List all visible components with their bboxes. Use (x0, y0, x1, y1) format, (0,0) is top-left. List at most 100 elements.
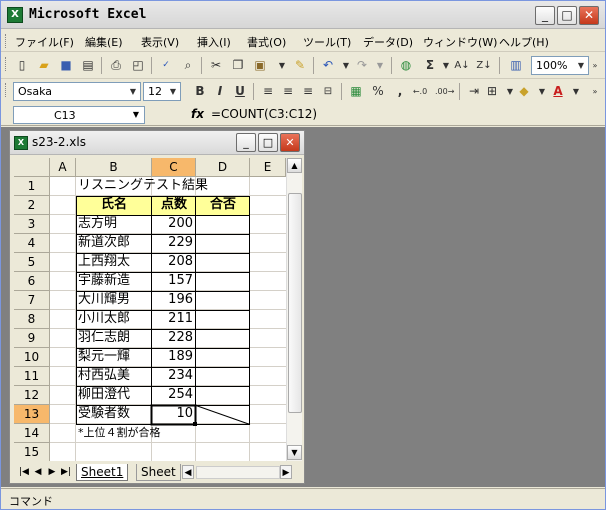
minimize-button[interactable]: _ (535, 6, 555, 25)
horizontal-scrollbar[interactable] (196, 466, 280, 479)
bold-button[interactable]: B (191, 83, 209, 100)
new-icon[interactable]: ▯ (13, 57, 31, 74)
paste-icon[interactable]: ▣ (251, 57, 269, 74)
last-sheet-icon[interactable]: ▶| (60, 465, 72, 479)
chart-wizard-icon[interactable]: ▥ (507, 57, 525, 74)
score-cell[interactable]: 189 (152, 348, 196, 367)
paste-dropdown-icon[interactable]: ▼ (273, 57, 291, 74)
undo-icon[interactable]: ↶ (319, 57, 337, 74)
score-cell[interactable]: 228 (152, 329, 196, 348)
hscroll-left-icon[interactable]: ◀ (182, 465, 194, 479)
name-cell[interactable]: 梨元一輝 (78, 348, 130, 367)
score-cell[interactable]: 157 (152, 272, 196, 291)
menu-view[interactable]: 表示(V) (141, 34, 179, 50)
spelling-icon[interactable]: ✓ (157, 57, 175, 74)
chevron-down-icon[interactable]: ▼ (574, 57, 588, 74)
save-icon[interactable]: ■ (57, 57, 75, 74)
chevron-down-icon[interactable]: ▼ (126, 83, 140, 100)
font-color-icon[interactable]: A (549, 83, 567, 100)
name-cell[interactable]: 羽仁志朗 (78, 329, 130, 348)
score-cell[interactable]: 200 (152, 215, 196, 234)
print-preview-icon[interactable]: ◰ (129, 57, 147, 74)
zoom-select[interactable]: 100% ▼ (531, 56, 589, 75)
underline-button[interactable]: U (231, 83, 249, 100)
percent-button[interactable]: % (369, 83, 387, 100)
scroll-up-icon[interactable]: ▲ (287, 158, 302, 173)
menu-tools[interactable]: ツール(T) (303, 34, 351, 50)
header-score[interactable]: 点数 (152, 196, 196, 215)
scroll-down-icon[interactable]: ▼ (287, 445, 302, 460)
sheet-tab[interactable]: Sheet (136, 464, 181, 481)
menu-file[interactable]: ファイル(F) (15, 34, 74, 50)
cut-icon[interactable]: ✂ (207, 57, 225, 74)
score-cell[interactable]: 196 (152, 291, 196, 310)
score-cell[interactable]: 234 (152, 367, 196, 386)
header-name[interactable]: 氏名 (76, 196, 152, 215)
formula-input[interactable]: =COUNT(C3:C12) (211, 107, 317, 121)
print-icon[interactable]: ⎙ (107, 57, 125, 74)
chevron-down-icon[interactable]: ▼ (129, 108, 143, 122)
redo-dropdown-icon[interactable]: ▼ (371, 57, 389, 74)
research-icon[interactable]: ⌕ (179, 57, 197, 74)
menu-help[interactable]: ヘルプ(H) (499, 34, 549, 50)
toolbar-grip[interactable] (5, 83, 8, 97)
first-sheet-icon[interactable]: |◀ (18, 465, 30, 479)
copy-icon[interactable]: ❐ (229, 57, 247, 74)
align-right-icon[interactable]: ≡ (299, 83, 317, 100)
currency-icon[interactable]: ▦ (347, 83, 365, 100)
comma-button[interactable]: , (391, 83, 409, 100)
italic-button[interactable]: I (211, 83, 229, 100)
menubar-grip[interactable] (5, 34, 8, 48)
toolbar-grip[interactable] (5, 57, 8, 71)
function-icon[interactable]: fx (191, 107, 204, 121)
name-cell[interactable]: 新道次郎 (78, 234, 130, 253)
name-cell[interactable]: 上西翔太 (78, 253, 130, 272)
sheet-title[interactable]: リスニングテスト結果 (78, 177, 208, 196)
chevron-down-icon[interactable]: ▼ (166, 83, 180, 100)
align-left-icon[interactable]: ≡ (259, 83, 277, 100)
toolbar-options-icon[interactable]: » (589, 57, 601, 74)
maximize-button[interactable]: □ (557, 6, 577, 25)
font-select[interactable]: Osaka ▼ (13, 82, 141, 101)
score-cell[interactable]: 208 (152, 253, 196, 272)
open-icon[interactable]: ▰ (35, 57, 53, 74)
name-cell[interactable]: 小川太郎 (78, 310, 130, 329)
fill-color-icon[interactable]: ◆ (515, 83, 533, 100)
hscroll-right-icon[interactable]: ▶ (280, 465, 292, 479)
name-cell[interactable]: 柳田澄代 (78, 386, 130, 405)
borders-icon[interactable]: ⊞ (483, 83, 501, 100)
menu-data[interactable]: データ(D) (363, 34, 413, 50)
note-cell[interactable]: *上位４割が合格 (78, 424, 161, 443)
header-pass[interactable]: 合否 (196, 196, 250, 215)
score-cell[interactable]: 254 (152, 386, 196, 405)
name-box[interactable]: C13 ▼ (13, 106, 145, 124)
menu-format[interactable]: 書式(O) (247, 34, 286, 50)
name-cell[interactable]: 大川輝男 (78, 291, 130, 310)
merge-center-icon[interactable]: ⊟ (319, 83, 337, 100)
toolbar-options-icon[interactable]: » (589, 83, 601, 100)
format-painter-icon[interactable]: ✎ (291, 57, 309, 74)
workbook-minimize-button[interactable]: _ (236, 133, 256, 152)
score-cell[interactable]: 229 (152, 234, 196, 253)
vertical-scrollbar[interactable]: ▲ ▼ (286, 158, 302, 461)
menu-edit[interactable]: 編集(E) (85, 34, 123, 50)
scroll-thumb[interactable] (288, 193, 302, 413)
name-cell[interactable]: 宇藤新造 (78, 272, 130, 291)
spreadsheet-grid[interactable]: A B C D E 1 2 3 4 5 6 7 8 9 10 11 12 13 … (14, 158, 286, 461)
font-color-dropdown-icon[interactable]: ▼ (567, 83, 585, 100)
menu-window[interactable]: ウィンドウ(W) (423, 34, 497, 50)
workbook-maximize-button[interactable]: □ (258, 133, 278, 152)
decrease-decimal-icon[interactable]: .00→ (435, 83, 454, 100)
workbook-close-button[interactable]: ✕ (280, 133, 300, 152)
font-size-select[interactable]: 12 ▼ (143, 82, 181, 101)
align-center-icon[interactable]: ≡ (279, 83, 297, 100)
name-cell[interactable]: 村西弘美 (78, 367, 130, 386)
active-cell-count[interactable]: 10 (152, 405, 196, 424)
menu-insert[interactable]: 挿入(I) (197, 34, 231, 50)
score-cell[interactable]: 211 (152, 310, 196, 329)
previous-sheet-icon[interactable]: ◀ (32, 465, 44, 479)
sort-ascending-icon[interactable]: A↓ (453, 57, 471, 74)
redo-icon[interactable]: ↷ (353, 57, 371, 74)
sort-descending-icon[interactable]: Z↓ (475, 57, 493, 74)
sheet-tab-active[interactable]: Sheet1 (76, 464, 129, 481)
